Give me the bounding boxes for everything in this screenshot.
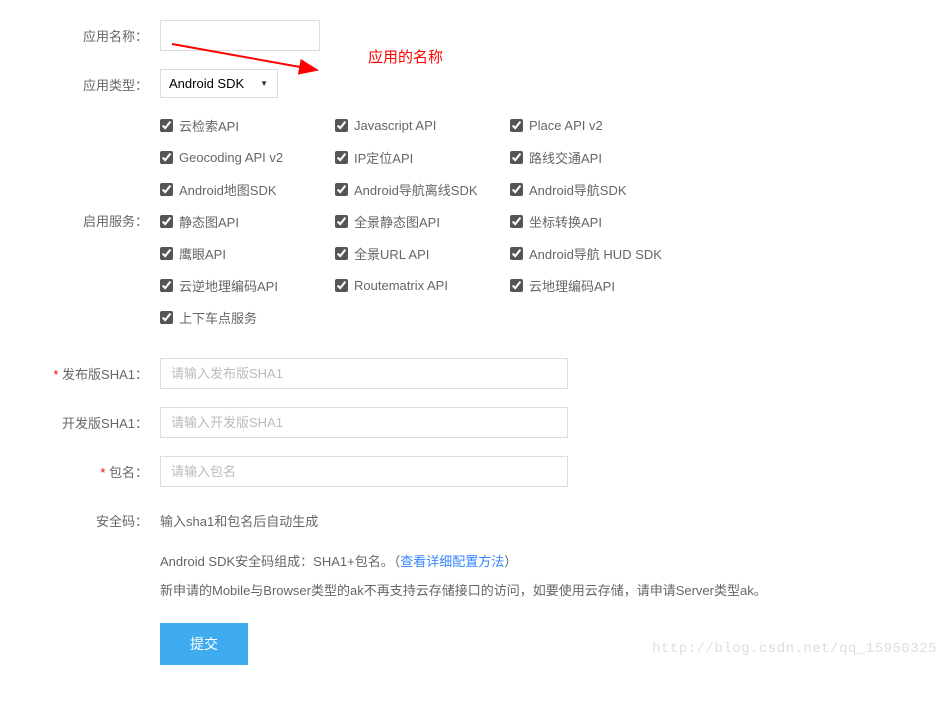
note-storage-warning: 新申请的Mobile与Browser类型的ak不再支持云存储接口的访问，如要使用… [160, 577, 947, 606]
service-label: Javascript API [354, 118, 436, 133]
service-checkbox[interactable] [160, 279, 173, 292]
service-label: 云逆地理编码API [179, 276, 278, 295]
service-label: 云检索API [179, 116, 239, 135]
service-checkbox[interactable] [510, 279, 523, 292]
service-label: Android地图SDK [179, 180, 277, 199]
service-checkbox[interactable] [510, 247, 523, 260]
security-code-hint: 输入sha1和包名后自动生成 [160, 505, 947, 530]
service-checkbox[interactable] [160, 151, 173, 164]
service-checkbox-item[interactable]: 云逆地理编码API [160, 276, 335, 295]
service-label: 全景静态图API [354, 212, 440, 231]
service-checkbox-item[interactable]: 全景静态图API [335, 212, 510, 231]
service-label: Routematrix API [354, 278, 448, 293]
service-label: IP定位API [354, 148, 413, 167]
watermark-text: http://blog.csdn.net/qq_15950325 [652, 641, 937, 657]
service-checkbox-item[interactable]: Routematrix API [335, 276, 510, 295]
service-checkbox[interactable] [335, 279, 348, 292]
service-label: Android导航离线SDK [354, 180, 478, 199]
service-label: Android导航 HUD SDK [529, 244, 662, 263]
service-checkbox-item[interactable]: 鹰眼API [160, 244, 335, 263]
service-label: 鹰眼API [179, 244, 226, 263]
service-checkbox[interactable] [510, 151, 523, 164]
service-checkbox-item[interactable]: Android地图SDK [160, 180, 335, 199]
app-name-label: 应用名称： [0, 20, 160, 45]
service-checkbox-item[interactable]: 云地理编码API [510, 276, 685, 295]
service-label: 静态图API [179, 212, 239, 231]
service-checkbox[interactable] [160, 247, 173, 260]
service-label: 路线交通API [529, 148, 602, 167]
dev-sha1-input[interactable] [160, 407, 568, 438]
service-checkbox-item[interactable]: 坐标转换API [510, 212, 685, 231]
service-checkbox[interactable] [160, 183, 173, 196]
dev-sha1-label: 开发版SHA1： [0, 407, 160, 432]
service-label: 上下车点服务 [179, 308, 257, 327]
config-detail-link[interactable]: 查看详细配置方法 [400, 554, 504, 569]
service-checkbox-item[interactable]: Android导航 HUD SDK [510, 244, 685, 263]
release-sha1-label: 发布版SHA1： [0, 358, 160, 383]
app-name-input[interactable] [160, 20, 320, 51]
service-checkbox[interactable] [335, 215, 348, 228]
service-checkbox[interactable] [335, 247, 348, 260]
service-checkbox-item[interactable]: Android导航SDK [510, 180, 685, 199]
package-name-label: 包名： [0, 456, 160, 481]
service-checkbox-item[interactable]: 云检索API [160, 116, 335, 135]
service-label: 云地理编码API [529, 276, 615, 295]
service-checkbox[interactable] [160, 119, 173, 132]
service-checkbox-item[interactable]: Javascript API [335, 116, 510, 135]
package-name-input[interactable] [160, 456, 568, 487]
release-sha1-input[interactable] [160, 358, 568, 389]
submit-button[interactable]: 提交 [160, 623, 248, 665]
note-composition: Android SDK安全码组成：SHA1+包名。（查看详细配置方法） [160, 548, 947, 577]
service-checkbox-item[interactable]: Place API v2 [510, 116, 685, 135]
service-label: Geocoding API v2 [179, 150, 283, 165]
service-checkbox-item[interactable]: 全景URL API [335, 244, 510, 263]
service-checkbox-item[interactable]: 静态图API [160, 212, 335, 231]
service-label: Place API v2 [529, 118, 603, 133]
service-label: 全景URL API [354, 244, 429, 263]
service-checkbox[interactable] [510, 183, 523, 196]
app-type-label: 应用类型： [0, 69, 160, 94]
service-label: 坐标转换API [529, 212, 602, 231]
service-checkbox[interactable] [335, 183, 348, 196]
service-label: Android导航SDK [529, 180, 627, 199]
service-checkbox-item[interactable]: Android导航离线SDK [335, 180, 510, 199]
enable-services-label: 启用服务： [0, 116, 160, 230]
service-checkbox[interactable] [160, 215, 173, 228]
service-checkbox-item[interactable]: Geocoding API v2 [160, 148, 335, 167]
service-checkbox[interactable] [510, 119, 523, 132]
service-checkbox-item[interactable]: IP定位API [335, 148, 510, 167]
annotation-text: 应用的名称 [368, 46, 443, 67]
service-checkbox[interactable] [510, 215, 523, 228]
service-checkbox-item[interactable]: 上下车点服务 [160, 308, 335, 327]
security-code-label: 安全码： [0, 505, 160, 530]
app-type-select[interactable]: Android SDK [160, 69, 278, 98]
service-checkbox[interactable] [160, 311, 173, 324]
service-checkbox-item[interactable]: 路线交通API [510, 148, 685, 167]
service-checkbox[interactable] [335, 119, 348, 132]
service-checkbox[interactable] [335, 151, 348, 164]
